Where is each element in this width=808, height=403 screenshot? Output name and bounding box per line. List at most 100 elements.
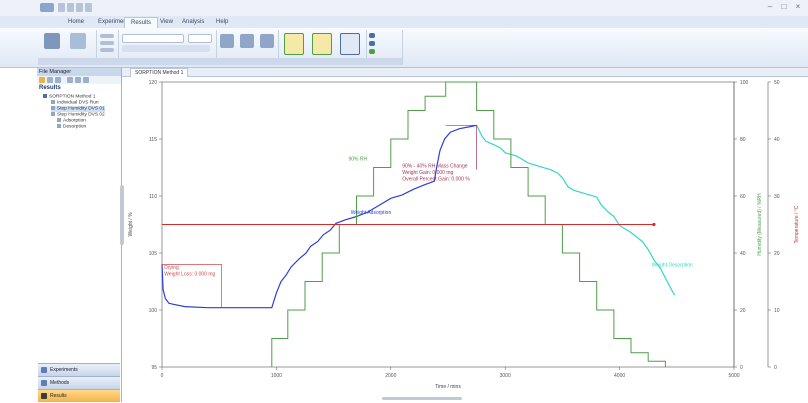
redo-icon[interactable] <box>76 3 83 12</box>
rh-tick-label: 60 <box>740 194 746 200</box>
rh-label: 90% RH <box>348 157 367 163</box>
layout-icon[interactable] <box>369 49 375 54</box>
panel-title: File Manager <box>37 68 121 76</box>
tool-icon[interactable] <box>260 34 274 48</box>
weight-adsorption-label: Weight Adsorption <box>351 210 392 216</box>
layout-icon[interactable] <box>369 33 375 38</box>
x-axis-title: Time / mins <box>435 384 461 390</box>
tree-node-icon <box>51 112 55 116</box>
filter-icon[interactable] <box>55 77 61 83</box>
x-tick-label: 5000 <box>728 373 739 379</box>
collapse-icon[interactable] <box>83 77 89 83</box>
x-tick-label: 0 <box>161 373 164 379</box>
tree-node-icon <box>57 118 61 122</box>
experiments-icon <box>41 367 47 373</box>
sort-icon[interactable] <box>67 77 73 83</box>
methods-icon <box>41 380 47 386</box>
tab-analysis[interactable]: Analysis <box>176 17 210 28</box>
y-tick-label: 120 <box>149 80 158 86</box>
size-select[interactable] <box>188 34 212 43</box>
nav-experiments[interactable]: Experiments <box>38 363 120 376</box>
chart-scrollbar <box>382 397 462 400</box>
export-icon[interactable] <box>340 33 360 55</box>
rh-tick-label: 20 <box>740 308 746 314</box>
results-section-label: Results <box>39 85 61 91</box>
y-tick-label: 95 <box>151 365 157 371</box>
ribbon-group-format <box>118 30 217 65</box>
temp-tick-label: 30 <box>774 194 780 200</box>
drying-annotation: Weight Loss: 0.000 mg <box>164 271 215 277</box>
y-tick-label: 115 <box>149 137 157 143</box>
file-manager-panel: File Manager Results SORPTION Method 1 In… <box>37 68 122 402</box>
rh-tick-label: 40 <box>740 251 746 257</box>
save-icon[interactable] <box>58 3 65 12</box>
x-tick-label: 1000 <box>271 373 282 379</box>
app-menu-icon[interactable] <box>40 3 54 12</box>
report-icon[interactable] <box>70 33 86 49</box>
x-tick-label: 4000 <box>614 373 625 379</box>
y-tick-label: 100 <box>149 308 158 314</box>
tree-node-icon <box>43 94 47 98</box>
analysis-icon[interactable] <box>312 33 332 55</box>
mass-change-annotation: 90% - 40% RH Mass Change <box>402 164 468 170</box>
undo-icon[interactable] <box>67 3 74 12</box>
nav-results[interactable]: Results <box>38 389 120 402</box>
chart-svg: 0 1000 2000 3000 4000 5000Time / mins95100105… <box>128 80 800 400</box>
x-tick-label: 3000 <box>500 373 511 379</box>
y-tick-label: 110 <box>149 194 157 200</box>
ribbon-group-results <box>38 30 97 65</box>
sorption-chart: 0 1000 2000 3000 4000 5000 Time / mins 95 100 105… <box>122 77 808 402</box>
ribbon-group-analysis <box>278 30 367 65</box>
temp-tick-label: 20 <box>774 251 780 257</box>
view-option-icon[interactable] <box>100 41 114 45</box>
rh-axis-title: Humidity (Measured) / %RH <box>757 193 763 256</box>
chart-icon[interactable] <box>44 33 60 49</box>
view-option-icon[interactable] <box>100 34 114 38</box>
temp-axis-title: Temperature / °C <box>794 205 800 243</box>
tool-icon[interactable] <box>240 34 254 48</box>
rh-tick-label: 0 <box>740 365 743 371</box>
temp-tick-label: 10 <box>774 308 780 314</box>
title-bar: – □ × <box>0 0 808 16</box>
view-option-icon[interactable] <box>100 48 114 52</box>
refresh-icon[interactable] <box>47 77 53 83</box>
y-left-axis-title: Weight / % <box>128 212 134 237</box>
close-icon[interactable]: × <box>792 2 804 12</box>
tree-node-icon <box>57 124 61 128</box>
minimize-icon[interactable]: – <box>764 2 776 12</box>
x-tick-label: 2000 <box>385 373 396 379</box>
temp-tick-label: 40 <box>774 137 780 143</box>
temperature-end-marker <box>652 222 656 227</box>
temp-tick-label: 0 <box>774 365 777 371</box>
tree-item[interactable]: Desorption <box>57 124 86 130</box>
tab-home[interactable]: Home <box>62 17 90 28</box>
temp-tick-label: 50 <box>774 80 780 86</box>
panel-toolbar <box>37 76 121 84</box>
layout-icon[interactable] <box>369 41 375 46</box>
ribbon-group-view <box>96 30 119 65</box>
tab-help[interactable]: Help <box>210 17 234 28</box>
rh-tick-label: 100 <box>740 80 749 86</box>
dropdown-icon[interactable] <box>85 3 92 12</box>
tree-node-icon <box>51 106 55 110</box>
drying-annotation: Drying <box>164 265 179 271</box>
nav-methods[interactable]: Methods <box>38 376 120 389</box>
results-icon <box>41 393 47 399</box>
folder-icon[interactable] <box>39 77 45 83</box>
analysis-icon[interactable] <box>284 33 304 55</box>
font-select[interactable] <box>122 34 184 43</box>
weight-desorption-label: Weight Desorption <box>652 263 693 269</box>
format-toolbar[interactable] <box>122 45 210 52</box>
tool-icon[interactable] <box>220 34 234 48</box>
app-window: – □ × Home Experiment Results View Analy… <box>0 0 808 402</box>
ribbon <box>0 28 808 68</box>
maximize-icon[interactable]: □ <box>778 2 790 12</box>
mass-change-annotation: Overall Percent Gain: 0.000 % <box>402 177 470 183</box>
expand-icon[interactable] <box>75 77 81 83</box>
mass-change-annotation: Weight Gain: 0.000 mg <box>402 170 453 176</box>
rh-tick-label: 80 <box>740 137 746 143</box>
tree-node-icon <box>51 100 55 104</box>
document-tab[interactable]: SORPTION Method 1 <box>130 68 189 77</box>
ribbon-group-tools <box>216 30 279 65</box>
y-tick-label: 105 <box>149 251 158 257</box>
